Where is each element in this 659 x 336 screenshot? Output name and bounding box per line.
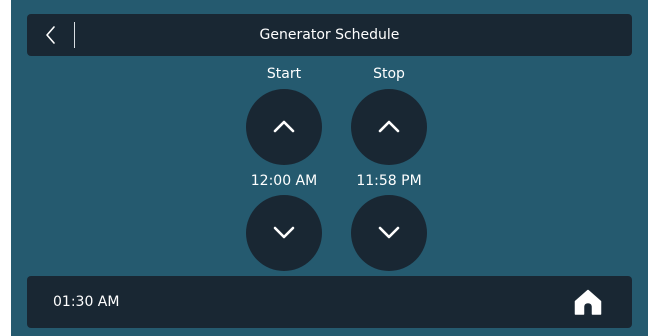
generator-schedule-screen: Generator Schedule Start Stop 12:00 AM 1… (11, 0, 648, 336)
chevron-down-icon (273, 226, 295, 239)
start-time-value: 12:00 AM (250, 173, 318, 189)
stop-decrease-button[interactable] (351, 195, 427, 271)
footer-bar: 01:30 AM (27, 276, 632, 328)
start-increase-button[interactable] (246, 89, 322, 165)
page-title: Generator Schedule (259, 27, 400, 43)
chevron-up-icon (378, 120, 400, 133)
chevron-down-icon (378, 226, 400, 239)
home-button[interactable] (570, 284, 606, 320)
chevron-up-icon (273, 120, 295, 133)
stop-time-value: 11:58 PM (356, 173, 422, 189)
header-bar: Generator Schedule (27, 14, 632, 56)
clock-time: 01:30 AM (53, 294, 120, 310)
stop-increase-button[interactable] (351, 89, 427, 165)
stop-label: Stop (373, 66, 405, 82)
start-decrease-button[interactable] (246, 195, 322, 271)
start-label: Start (266, 66, 302, 82)
home-icon (574, 289, 602, 315)
